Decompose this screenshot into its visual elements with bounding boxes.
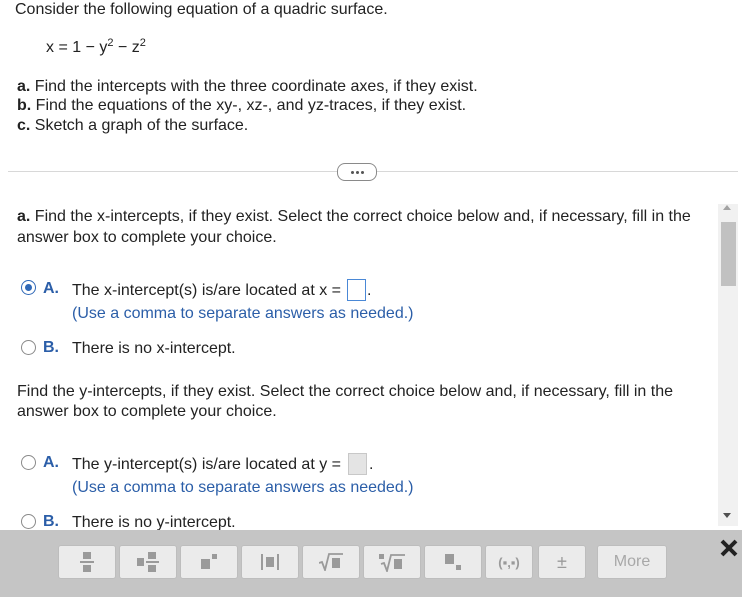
problem-part-a: a. Find the intercepts with the three co…: [17, 78, 478, 95]
option-y-a-hint: (Use a comma to separate answers as need…: [72, 479, 414, 496]
problem-part-c: c. Sketch a graph of the surface.: [17, 117, 249, 134]
problem-intro: Consider the following equation of a qua…: [15, 1, 388, 18]
scroll-up-arrow-icon[interactable]: [723, 205, 731, 210]
ordered-pair-button[interactable]: (▪,▪): [485, 545, 533, 579]
problem-equation: x = 1 − y2 − z2: [46, 37, 146, 56]
period: .: [367, 282, 372, 299]
option-letter: A.: [43, 280, 59, 297]
option-x-a-hint: (Use a comma to separate answers as need…: [72, 305, 414, 322]
plus-minus-button[interactable]: ±: [538, 545, 586, 579]
option-x-a-text: The x-intercept(s) is/are located at x =: [72, 282, 341, 299]
close-toolbar-button[interactable]: [718, 537, 740, 559]
mixed-number-button[interactable]: [119, 545, 177, 579]
nth-root-icon: [379, 554, 405, 572]
radio-x-option-b[interactable]: [21, 340, 36, 355]
nth-root-button[interactable]: [363, 545, 421, 579]
subscript-button[interactable]: [424, 545, 482, 579]
radio-y-option-b[interactable]: [21, 514, 36, 529]
radio-x-option-a[interactable]: [21, 280, 36, 295]
option-y-a-text: The y-intercept(s) is/are located at y =: [72, 456, 341, 473]
question-y-prompt: Find the y-intercepts, if they exist. Se…: [17, 383, 674, 400]
question-y-prompt-line2: answer box to complete your choice.: [17, 403, 277, 420]
scroll-down-arrow-icon[interactable]: [723, 513, 731, 518]
period: .: [369, 456, 374, 473]
x-intercept-answer-box[interactable]: [347, 279, 366, 301]
problem-part-b: b. Find the equations of the xy-, xz-, a…: [17, 97, 467, 114]
square-root-icon: [319, 553, 343, 571]
exponent-button[interactable]: [180, 545, 238, 579]
y-intercept-answer-box[interactable]: [348, 453, 367, 475]
fraction-button[interactable]: [58, 545, 116, 579]
option-letter: B.: [43, 513, 59, 530]
option-letter: B.: [43, 339, 59, 356]
subscript-icon: [445, 554, 461, 570]
scrollbar-thumb[interactable]: [721, 222, 736, 286]
absolute-value-icon: [261, 554, 279, 570]
mixed-number-icon: [137, 552, 159, 572]
fraction-icon: [80, 552, 94, 572]
question-a-prompt: a. Find the x-intercepts, if they exist.…: [17, 208, 691, 225]
exponent-icon: [201, 554, 217, 569]
absolute-value-button[interactable]: [241, 545, 299, 579]
option-letter: A.: [43, 454, 59, 471]
close-icon: [720, 539, 738, 557]
question-a-prompt-line2: answer box to complete your choice.: [17, 229, 277, 246]
radio-y-option-a[interactable]: [21, 455, 36, 470]
expand-more-button[interactable]: [337, 163, 377, 181]
option-x-b-text: There is no x-intercept.: [72, 340, 236, 357]
square-root-button[interactable]: [302, 545, 360, 579]
more-button[interactable]: More: [597, 545, 667, 579]
